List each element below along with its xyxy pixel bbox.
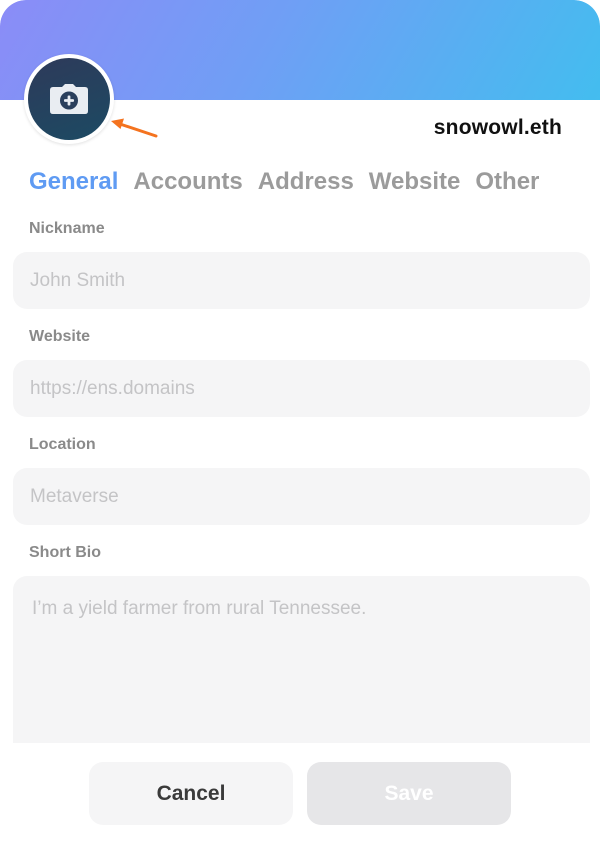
location-input[interactable] <box>13 468 590 525</box>
action-bar: Cancel Save <box>0 743 600 844</box>
nickname-label: Nickname <box>29 220 105 237</box>
avatar <box>28 58 110 140</box>
bio-label: Short Bio <box>29 544 101 561</box>
profile-tabs: General Accounts Address Website Other <box>29 168 554 196</box>
avatar-upload-button[interactable] <box>24 54 114 144</box>
website-label: Website <box>29 328 91 345</box>
camera-plus-icon <box>50 84 88 114</box>
location-label: Location <box>29 436 96 453</box>
save-button[interactable]: Save <box>307 762 511 825</box>
tab-accounts[interactable]: Accounts <box>133 168 242 196</box>
arrow-icon <box>111 118 158 138</box>
ens-name: snowowl.eth <box>433 116 562 139</box>
profile-editor: snowowl.eth General Accounts Address Web… <box>0 0 600 844</box>
nickname-input[interactable] <box>13 252 590 309</box>
tab-address[interactable]: Address <box>258 168 354 196</box>
website-input[interactable] <box>13 360 590 417</box>
tab-other[interactable]: Other <box>475 168 539 196</box>
tab-general[interactable]: General <box>29 168 118 196</box>
cancel-button[interactable]: Cancel <box>89 762 293 825</box>
tab-website[interactable]: Website <box>369 168 461 196</box>
